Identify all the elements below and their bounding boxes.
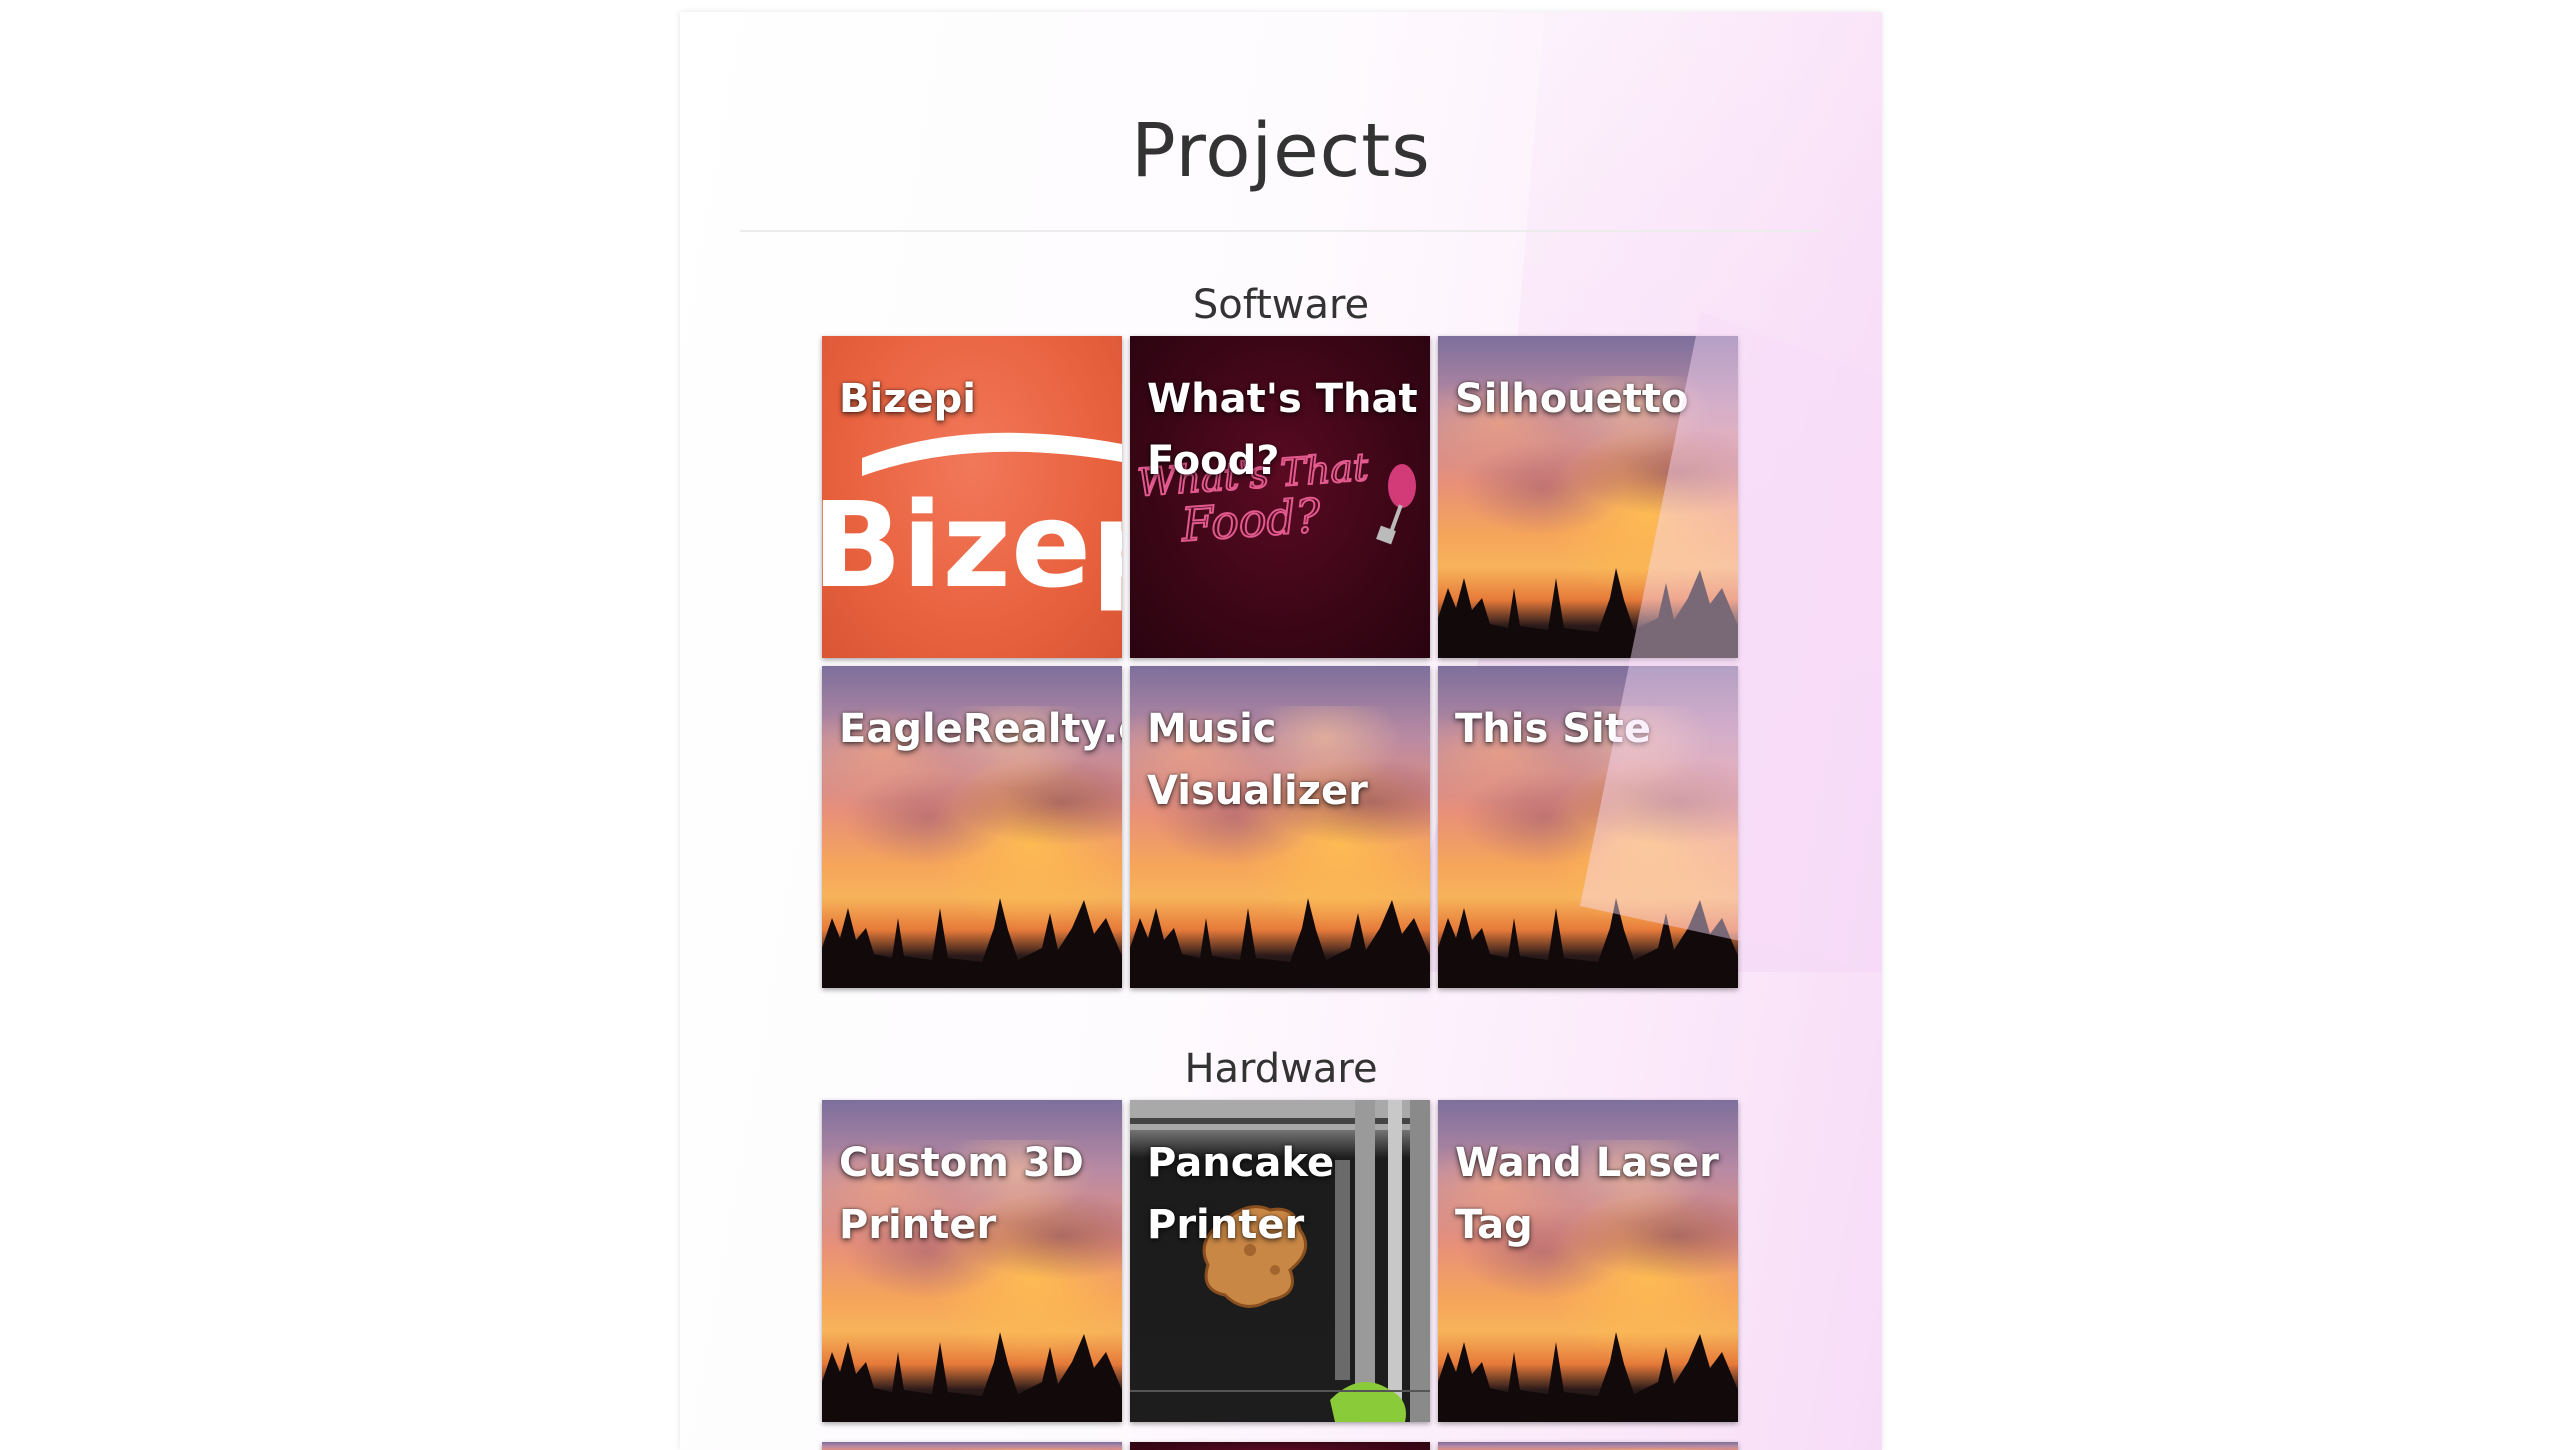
tree-silhouette-icon bbox=[1438, 898, 1738, 988]
project-tile-partial[interactable] bbox=[822, 1442, 1122, 1450]
project-tile-eaglerealty[interactable]: EagleRealty.c bbox=[822, 666, 1122, 988]
software-grid: Bizep Bizepi What's That Food? What's Th… bbox=[822, 336, 1740, 988]
project-tile-wand-laser-tag[interactable]: Wand Laser Tag bbox=[1438, 1100, 1738, 1422]
project-tile-partial[interactable] bbox=[1438, 1442, 1738, 1450]
tile-label: What's That Food? bbox=[1147, 376, 1418, 484]
tile-label: Music Visualizer bbox=[1147, 706, 1368, 814]
tile-label: EagleRealty.c bbox=[839, 706, 1122, 752]
tree-silhouette-icon bbox=[822, 1332, 1122, 1422]
tree-silhouette-icon bbox=[1438, 1332, 1738, 1422]
project-tile-this-site[interactable]: This Site bbox=[1438, 666, 1738, 988]
tree-silhouette-icon bbox=[1438, 568, 1738, 658]
page-title: Projects bbox=[1131, 108, 1431, 194]
section-title-software: Software bbox=[1192, 282, 1370, 328]
tile-label: Wand Laser Tag bbox=[1455, 1140, 1719, 1248]
tile-label: Pancake Printer bbox=[1147, 1140, 1335, 1248]
section-title-hardware: Hardware bbox=[1184, 1046, 1378, 1092]
tile-label: This Site bbox=[1455, 706, 1651, 752]
project-tile-music-visualizer[interactable]: Music Visualizer bbox=[1130, 666, 1430, 988]
project-tile-whats-that-food[interactable]: What's That Food? What's That Food? bbox=[1130, 336, 1430, 658]
project-tile-silhouetto[interactable]: Silhouetto bbox=[1438, 336, 1738, 658]
project-tile-pancake-printer[interactable]: Pancake Printer bbox=[1130, 1100, 1430, 1422]
tree-silhouette-icon bbox=[822, 898, 1122, 988]
svg-text:Food?: Food? bbox=[1179, 488, 1323, 552]
title-divider bbox=[740, 230, 1822, 232]
tile-label: Bizepi bbox=[839, 376, 976, 422]
tile-label: Custom 3D Printer bbox=[839, 1140, 1084, 1248]
hardware-next-row bbox=[822, 1442, 1738, 1450]
hardware-grid: Custom 3D Printer Pancake Printer Wand L… bbox=[822, 1100, 1740, 1422]
projects-panel: Projects Software Bizep Bizepi What's Th… bbox=[680, 12, 1882, 1450]
project-tile-bizepi[interactable]: Bizep Bizepi bbox=[822, 336, 1122, 658]
svg-text:Bizep: Bizep bbox=[822, 476, 1122, 614]
project-tile-partial[interactable] bbox=[1130, 1442, 1430, 1450]
tree-silhouette-icon bbox=[1130, 898, 1430, 988]
project-tile-custom-3d-printer[interactable]: Custom 3D Printer bbox=[822, 1100, 1122, 1422]
tile-label: Silhouetto bbox=[1455, 376, 1689, 422]
